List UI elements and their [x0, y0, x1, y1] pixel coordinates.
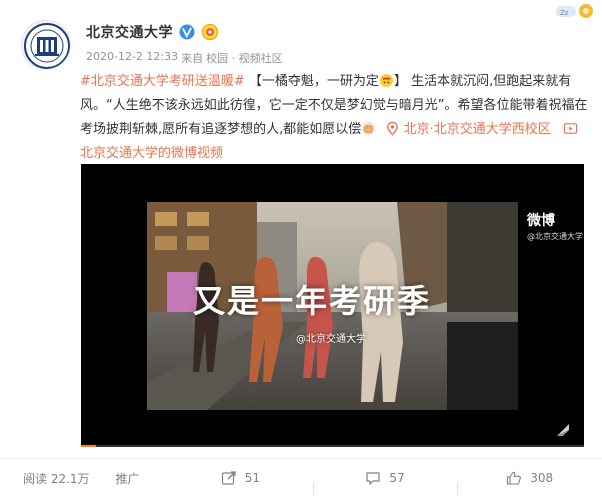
video-player[interactable]: 微博 @北京交通大学 又是一年考研季 @北京交通大学 — [81, 164, 584, 447]
read-count: 阅读 22.1万 — [23, 471, 90, 486]
source-prefix: 来自 — [181, 52, 204, 65]
weibo-post-card: Zz 北京交通大学 2020-12-2 12:33 来自 校园 · 视频社区 #… — [0, 0, 602, 497]
weibo-logo-text: 微博 — [527, 213, 555, 229]
video-caption-title: 又是一年考研季 — [193, 282, 432, 320]
thumbs-up-icon — [507, 471, 522, 485]
verified-v-icon — [179, 24, 195, 40]
location-link[interactable]: 北京·北京交通大学西校区 — [404, 122, 551, 137]
video-progress-bar[interactable] — [81, 445, 584, 447]
fullscreen-icon[interactable] — [555, 422, 571, 438]
emoji-icon — [379, 73, 393, 88]
like-count: 308 — [530, 471, 554, 485]
repost-button[interactable]: 51 — [168, 470, 313, 486]
video-progress-fill — [81, 445, 97, 447]
hashtag-link[interactable]: #北京交通大学考研送温暖# — [80, 74, 245, 89]
weibo-watermark: 微博 @北京交通大学 — [527, 210, 583, 242]
user-row: 北京交通大学 — [86, 22, 219, 42]
repost-icon — [221, 471, 236, 485]
medal-icon[interactable] — [201, 23, 219, 41]
post-time[interactable]: 2020-12-2 12:33 — [86, 50, 178, 66]
footer-stats: 阅读 22.1万 推广 — [0, 470, 168, 487]
video-watermark: @北京交通大学 — [296, 334, 366, 345]
post-meta: 2020-12-2 12:33 来自 校园 · 视频社区 — [86, 50, 283, 66]
post-footer: 阅读 22.1万 推广 51 57 308 — [0, 459, 602, 497]
post-source[interactable]: 校园 · 视频社区 — [206, 50, 283, 66]
avatar[interactable] — [21, 20, 71, 70]
user-name[interactable]: 北京交通大学 — [86, 22, 173, 42]
post-text: #北京交通大学考研送温暖# 【一橘夺魁，一研为定】 生活本就沉闷,但跑起来就有风… — [80, 70, 590, 166]
comment-icon — [366, 472, 380, 485]
promote-link[interactable]: 推广 — [116, 470, 140, 487]
weibo-logo-sub: @北京交通大学 — [527, 232, 583, 241]
like-button[interactable]: 308 — [457, 470, 602, 496]
university-emblem-icon — [24, 23, 70, 69]
decoration-icon: Zz — [556, 4, 593, 18]
svg-text:Zz: Zz — [560, 9, 569, 17]
video-link[interactable]: 北京交通大学的微博视频 — [80, 146, 223, 161]
location-pin-icon — [386, 121, 398, 136]
comment-button[interactable]: 57 — [312, 470, 458, 496]
post-text-part1: 【一橘夺魁，一研为定 — [244, 74, 379, 89]
video-link-icon — [564, 123, 578, 134]
fist-emoji-icon — [362, 121, 376, 136]
repost-count: 51 — [244, 471, 260, 485]
comment-count: 57 — [389, 471, 405, 485]
